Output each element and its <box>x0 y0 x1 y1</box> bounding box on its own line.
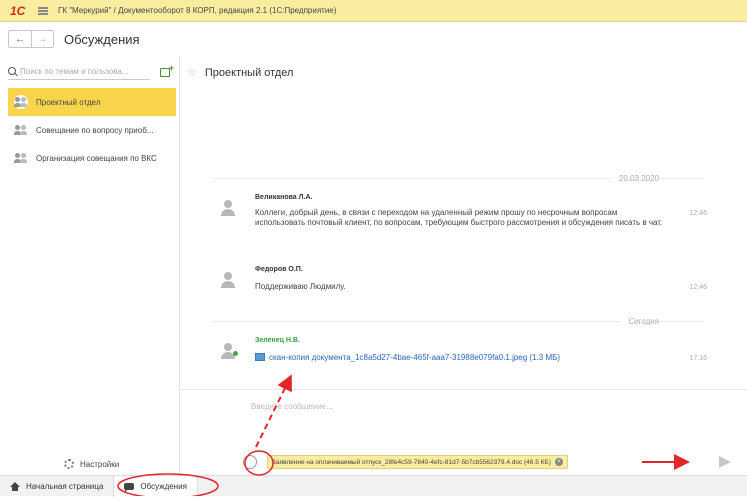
tab-home[interactable]: Начальная страница <box>0 476 113 497</box>
new-discussion-icon[interactable] <box>160 63 174 77</box>
send-icon[interactable] <box>719 456 731 468</box>
sidebar-item-meeting[interactable]: Совещание по вопросу приоб... <box>8 116 176 144</box>
message-input[interactable]: Введите сообщение... <box>251 402 691 416</box>
date-label: 20.03.2020 <box>610 174 659 183</box>
discussions-sidebar: Поиск по темам и пользова... Проектный о… <box>0 56 180 475</box>
chat-title: Проектный отдел <box>204 66 294 79</box>
gear-icon <box>64 459 74 469</box>
sidebar-item-label: Совещание по вопросу приоб... <box>36 125 154 135</box>
file-link-text[interactable]: скан-копия документа_1c8a5d27-4bae-465f-… <box>269 353 560 362</box>
sidebar-item-label: Организация совещания по ВКС <box>36 153 157 163</box>
window-title: ГК "Меркурий" / Документооборот 8 КОРП, … <box>58 6 337 15</box>
sidebar-item-vks[interactable]: Организация совещания по ВКС <box>8 144 176 172</box>
chat-message: Зеленец Н.В. скан-копия документа_1c8a5d… <box>221 337 707 373</box>
settings-label: Настройки <box>80 459 120 469</box>
back-button[interactable]: ← <box>9 31 31 47</box>
sidebar-item-project-dept[interactable]: Проектный отдел <box>8 88 176 116</box>
form-header: ← → Обсуждения <box>0 22 747 56</box>
message-time: 17:16 <box>689 355 707 362</box>
close-icon[interactable]: × <box>554 458 563 466</box>
search-input[interactable]: Поиск по темам и пользова... <box>8 64 150 80</box>
tab-discussions[interactable]: Обсуждения <box>113 475 198 497</box>
date-separator: 20.03.2020 <box>213 174 703 183</box>
title-bar: 1С ГК "Меркурий" / Документооборот 8 КОР… <box>0 0 747 22</box>
message-author: Федоров О.П. <box>255 266 303 273</box>
search-placeholder: Поиск по темам и пользова... <box>20 67 129 76</box>
message-time: 12:46 <box>689 284 707 291</box>
home-icon <box>10 481 20 491</box>
group-icon <box>14 151 28 165</box>
star-icon[interactable]: ☆ <box>187 66 197 79</box>
online-indicator <box>233 351 238 356</box>
tab-home-label: Начальная страница <box>26 481 104 491</box>
attachment-name: Заявление на оплачиваемый отпуск_28fe4c5… <box>272 458 551 466</box>
input-divider <box>181 389 747 390</box>
date-separator: Сегодня <box>213 317 703 326</box>
search-row: Поиск по темам и пользова... <box>8 63 174 80</box>
form-title: Обсуждения <box>64 31 140 47</box>
avatar <box>221 272 235 288</box>
message-time: 12:46 <box>689 210 707 217</box>
taskbar: Начальная страница Обсуждения <box>0 475 747 497</box>
chat-panel: ☆ Проектный отдел 20.03.2020 Великанова … <box>181 56 747 475</box>
settings-button[interactable]: Настройки <box>64 459 119 469</box>
tab-discussions-label: Обсуждения <box>140 481 187 491</box>
message-author: Зеленец Н.В. <box>255 337 300 344</box>
app-logo: 1С <box>10 3 26 18</box>
sidebar-item-label: Проектный отдел <box>36 97 101 107</box>
nav-buttons: ← → <box>8 30 54 48</box>
paperclip-icon[interactable] <box>240 452 260 472</box>
group-icon <box>14 95 28 109</box>
group-icon <box>14 123 28 137</box>
chat-icon <box>124 482 135 492</box>
message-text: Поддерживаю Людмилу. <box>255 282 346 291</box>
chat-message: Великанова Л.А. Коллеги, добрый день, в … <box>221 194 707 250</box>
message-author: Великанова Л.А. <box>255 194 313 201</box>
menu-icon[interactable] <box>38 6 48 15</box>
message-text: Коллеги, добрый день, в связи с переходо… <box>255 208 663 227</box>
date-label: Сегодня <box>620 317 659 326</box>
search-icon <box>8 66 18 77</box>
chat-header: ☆ Проектный отдел <box>187 66 294 80</box>
file-attachment-link[interactable]: скан-копия документа_1c8a5d27-4bae-465f-… <box>255 353 665 363</box>
avatar <box>221 200 235 216</box>
image-file-icon <box>255 353 265 361</box>
attachment-row: Заявление на оплачиваемый отпуск_28fe4c5… <box>240 452 723 472</box>
attachment-chip[interactable]: Заявление на оплачиваемый отпуск_28fe4c5… <box>267 455 568 469</box>
chat-message: Федоров О.П. Поддерживаю Людмилу. 12:46 <box>221 266 707 302</box>
forward-button[interactable]: → <box>31 31 53 47</box>
